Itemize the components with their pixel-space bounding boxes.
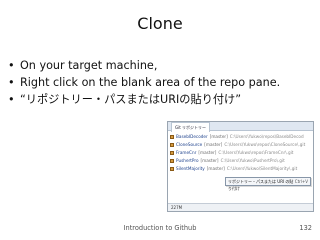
- repository-icon: [170, 143, 174, 147]
- repo-list: BasebIDecoder [master] C:\Users\Yukwo\re…: [170, 133, 313, 173]
- bullet-text: Right click on the blank area of the rep…: [20, 76, 281, 89]
- bullet-item: • “リポジトリー・パスまたはURIの貼り付け”: [8, 91, 314, 108]
- repo-pane-tabbar: Git リポジトリー: [168, 122, 313, 132]
- context-menu-shortcut: Ctrl+V: [294, 179, 308, 184]
- repo-name: SilentMajority: [176, 166, 205, 171]
- repo-list-item[interactable]: SilentMajority [master] C:\Users\Yukwo\S…: [170, 165, 313, 173]
- bullet-marker: •: [8, 76, 15, 89]
- repo-path: C:\Users\Yukwo\repos\FrameCnr\.git: [218, 150, 294, 155]
- bullet-item: • On your target machine,: [8, 57, 314, 74]
- bullet-text: “リポジトリー・パスまたはURIの貼り付け”: [20, 93, 242, 106]
- repo-branch: [master]: [204, 142, 223, 147]
- bullet-text: On your target machine,: [20, 59, 158, 72]
- repo-name: CloneSource: [176, 142, 203, 147]
- repo-path: C:\Users\Yukwo\PushertPro\.git: [220, 158, 285, 163]
- repo-path: C:\Users\Yukwo\repos\CloneSource\.git: [224, 142, 306, 147]
- repo-name: PushertPro: [176, 158, 199, 163]
- repo-list-item[interactable]: BasebIDecoder [master] C:\Users\Yukwo\re…: [170, 133, 313, 141]
- page-number: 132: [299, 224, 312, 232]
- repo-name: FrameCnr: [176, 150, 197, 155]
- repo-branch: [master]: [198, 150, 217, 155]
- context-menu-item-label: リポジトリー・パスまたは URI の貼り付け: [228, 179, 294, 191]
- repo-branch: [master]: [206, 166, 225, 171]
- repository-icon: [170, 151, 174, 155]
- repo-list-item[interactable]: FrameCnr [master] C:\Users\Yukwo\repos\F…: [170, 149, 313, 157]
- bullet-item: • Right click on the blank area of the r…: [8, 74, 314, 91]
- repo-branch: [master]: [200, 158, 219, 163]
- slide-title: Clone: [137, 14, 183, 33]
- tab-git-repositories[interactable]: Git リポジトリー: [171, 122, 211, 132]
- repo-branch: [master]: [209, 134, 228, 139]
- footer-text: Introduction to Github: [123, 224, 197, 232]
- repository-icon: [170, 159, 174, 163]
- bullet-marker: •: [8, 59, 15, 72]
- repo-path: C:\Users\Yukwo\SilentMajority\.git: [226, 166, 298, 171]
- repo-list-item[interactable]: CloneSource [master] C:\Users\Yukwo\repo…: [170, 141, 313, 149]
- repo-list-item[interactable]: PushertPro [master] C:\Users\Yukwo\Pushe…: [170, 157, 313, 165]
- repository-icon: [170, 135, 174, 139]
- repo-name: BasebIDecoder: [176, 134, 208, 139]
- status-bar: 227M: [168, 203, 313, 211]
- bullet-marker: •: [8, 93, 15, 106]
- context-menu-paste-uri[interactable]: リポジトリー・パスまたは URI の貼り付け Ctrl+V: [225, 177, 311, 191]
- repo-pane-screenshot: Git リポジトリー BasebIDecoder [master] C:\Use…: [167, 121, 314, 212]
- repo-path: C:\Users\Yukwo\repos\BasebIDecod: [229, 134, 304, 139]
- bullet-list: • On your target machine, • Right click …: [8, 57, 314, 108]
- memory-status: 227M: [171, 205, 183, 210]
- repository-icon: [170, 167, 174, 171]
